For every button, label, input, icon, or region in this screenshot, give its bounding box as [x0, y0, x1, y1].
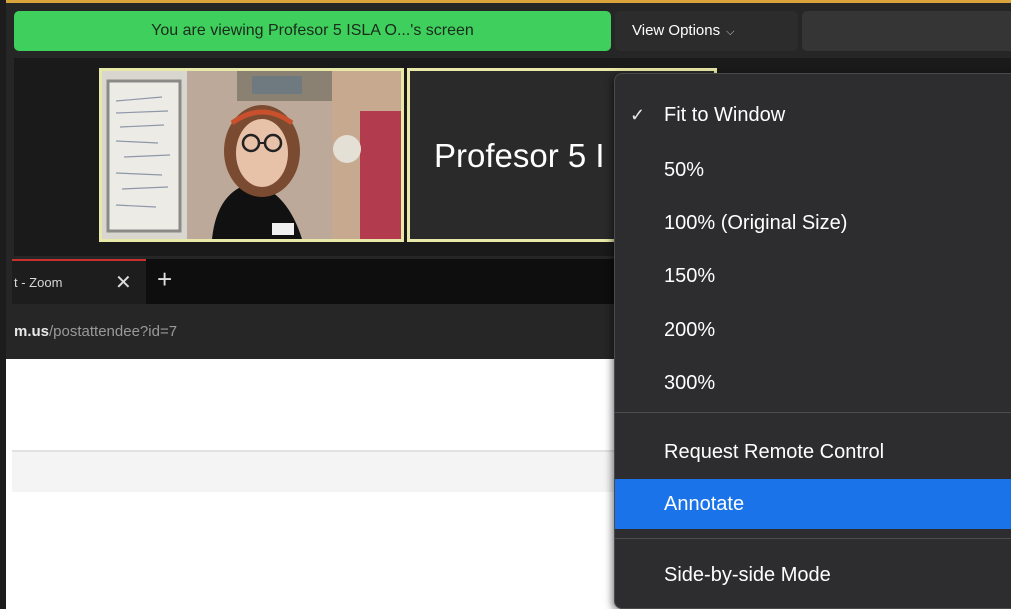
meeting-toolbar-area [802, 11, 1011, 51]
browser-tab[interactable]: t - Zoom ✕ [12, 259, 146, 304]
checkmark-icon: ✓ [630, 105, 646, 125]
app-window: You are viewing Profesor 5 ISLA O...'s s… [0, 0, 1011, 609]
menu-item-label: Side-by-side Mode [664, 564, 831, 586]
menu-separator [615, 412, 1011, 413]
view-options-menu: ✓ Fit to Window 50% 100% (Original Size)… [614, 73, 1011, 609]
participant-name: Profesor 5 I [434, 137, 605, 174]
screen-share-label: You are viewing Profesor 5 ISLA O...'s s… [151, 22, 474, 39]
url-domain: m.us [14, 323, 50, 340]
menu-item-request-remote-control[interactable]: Request Remote Control [615, 427, 1011, 477]
menu-item-zoom-50[interactable]: 50% [615, 145, 1011, 195]
view-options-button[interactable]: View Options ⌵ [615, 11, 798, 51]
menu-item-label: 200% [664, 319, 716, 341]
menu-item-annotate[interactable]: Annotate [615, 479, 1011, 529]
participant-video-image [102, 71, 401, 239]
close-tab-icon[interactable]: ✕ [115, 270, 132, 295]
new-tab-icon[interactable]: + [157, 264, 172, 295]
menu-separator [615, 538, 1011, 539]
chevron-down-icon: ⌵ [726, 26, 735, 38]
menu-item-label: 100% (Original Size) [664, 212, 848, 234]
view-options-label: View Options [632, 22, 721, 39]
menu-item-label: Request Remote Control [664, 441, 885, 463]
participant-video[interactable] [99, 68, 404, 242]
menu-item-side-by-side-mode[interactable]: Side-by-side Mode [615, 550, 1011, 600]
menu-item-zoom-100[interactable]: 100% (Original Size) [615, 198, 1011, 248]
menu-item-zoom-200[interactable]: 200% [615, 305, 1011, 355]
menu-item-label: 300% [664, 372, 716, 394]
screen-share-banner: You are viewing Profesor 5 ISLA O...'s s… [14, 11, 611, 51]
menu-item-label: Annotate [664, 493, 745, 515]
menu-item-label: 150% [664, 265, 716, 287]
menu-item-label: Fit to Window [664, 104, 786, 126]
menu-item-zoom-300[interactable]: 300% [615, 358, 1011, 408]
url-path: /postattendee?id=7 [49, 323, 178, 340]
menu-item-label: 50% [664, 159, 705, 181]
browser-tab-title: t - Zoom [14, 275, 63, 290]
address-url: m.us/postattendee?id=7 [14, 323, 177, 340]
menu-item-zoom-150[interactable]: 150% [615, 251, 1011, 301]
menu-item-fit-to-window[interactable]: ✓ Fit to Window [615, 90, 1011, 140]
